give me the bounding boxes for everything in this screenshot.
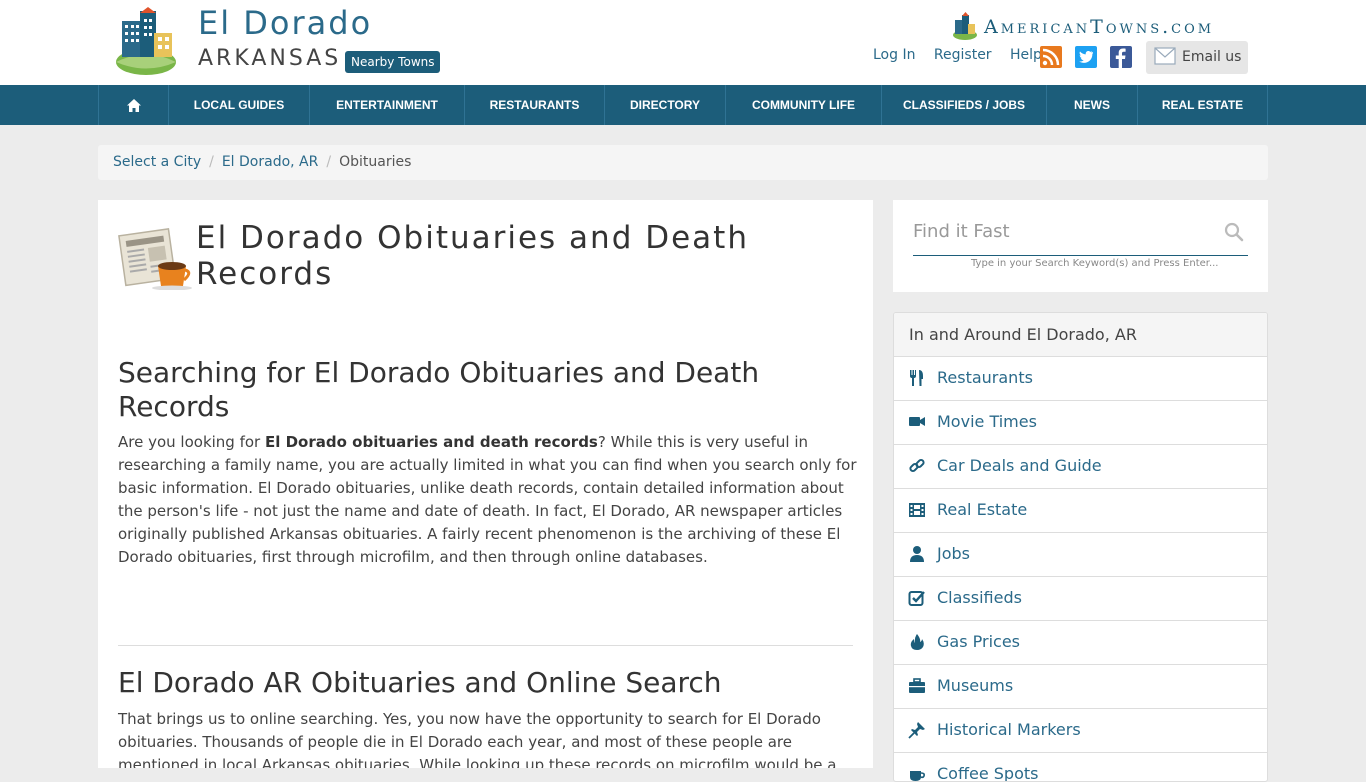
envelope-icon xyxy=(1154,47,1176,65)
rss-icon[interactable] xyxy=(1040,46,1062,68)
home-icon xyxy=(126,98,141,112)
site-header: El Dorado ARKANSAS Nearby Towns American… xyxy=(0,0,1366,85)
breadcrumb-separator: / xyxy=(326,154,332,170)
nav-classifieds-jobs[interactable]: CLASSIFIEDS / JOBS xyxy=(881,85,1046,125)
state-name: ARKANSAS xyxy=(198,46,342,71)
facebook-icon[interactable] xyxy=(1110,46,1132,68)
help-link[interactable]: Help xyxy=(1010,47,1042,63)
section-paragraph-searching: Are you looking for El Dorado obituaries… xyxy=(118,431,858,569)
section-heading-searching: Searching for El Dorado Obituaries and D… xyxy=(118,356,760,423)
sidebar-item-label: Classifieds xyxy=(937,588,1022,607)
sidebar-item-movie-times[interactable]: Movie Times xyxy=(894,401,1267,445)
nav-news[interactable]: NEWS xyxy=(1046,85,1137,125)
sidebar-item-classifieds[interactable]: Classifieds xyxy=(894,577,1267,621)
email-us-button[interactable]: Email us xyxy=(1146,41,1248,74)
sidebar-item-label: Real Estate xyxy=(937,500,1028,519)
paragraph-bold: El Dorado obituaries and death records xyxy=(265,433,598,451)
sidebar-item-label: Car Deals and Guide xyxy=(937,456,1102,475)
sidebar-item-museums[interactable]: Museums xyxy=(894,665,1267,709)
nav-community-life[interactable]: COMMUNITY LIFE xyxy=(725,85,881,125)
sidebar-item-historical-markers[interactable]: Historical Markers xyxy=(894,709,1267,753)
briefcase-icon xyxy=(909,678,925,693)
register-link[interactable]: Register xyxy=(934,47,992,63)
panel-heading: In and Around El Dorado, AR xyxy=(894,313,1267,357)
link-icon xyxy=(909,458,925,473)
paragraph-intro: Are you looking for xyxy=(118,433,265,451)
nav-directory[interactable]: DIRECTORY xyxy=(604,85,725,125)
video-camera-icon xyxy=(909,417,925,426)
in-and-around-panel: In and Around El Dorado, AR Restaurants … xyxy=(893,312,1268,782)
breadcrumb-select-city[interactable]: Select a City xyxy=(113,154,201,170)
city-logo-icon[interactable] xyxy=(114,7,178,75)
sidebar-item-restaurants[interactable]: Restaurants xyxy=(894,357,1267,401)
search-placeholder: Find it Fast xyxy=(913,221,1010,242)
sidebar-item-real-estate[interactable]: Real Estate xyxy=(894,489,1267,533)
nearby-towns-button[interactable]: Nearby Towns xyxy=(345,51,441,73)
sidebar-item-car-deals[interactable]: Car Deals and Guide xyxy=(894,445,1267,489)
nav-restaurants[interactable]: RESTAURANTS xyxy=(464,85,604,125)
page-title: El Dorado Obituaries and Death Records xyxy=(196,220,749,292)
sidebar-item-label: Museums xyxy=(937,676,1014,695)
search-input[interactable]: Find it Fast xyxy=(913,218,1248,256)
cutlery-icon xyxy=(910,370,923,386)
account-links: Log In Register Help xyxy=(873,47,1056,63)
sidebar-item-label: Restaurants xyxy=(937,368,1033,387)
section-divider xyxy=(118,645,853,646)
sidebar-item-label: Movie Times xyxy=(937,412,1037,431)
check-square-icon xyxy=(908,591,925,606)
americantowns-logo-icon xyxy=(953,12,977,40)
pushpin-icon xyxy=(908,722,925,739)
breadcrumb-separator: / xyxy=(209,154,214,170)
city-name[interactable]: El Dorado xyxy=(198,4,372,42)
section-heading-online-search: El Dorado AR Obituaries and Online Searc… xyxy=(118,666,722,699)
search-hint: Type in your Search Keyword(s) and Press… xyxy=(971,258,1219,269)
newspaper-coffee-icon xyxy=(118,228,192,290)
email-us-label: Email us xyxy=(1182,49,1242,65)
paragraph-body: ? While this is very useful in researchi… xyxy=(118,433,857,566)
breadcrumb-city[interactable]: El Dorado, AR xyxy=(222,154,319,170)
main-nav: LOCAL GUIDES ENTERTAINMENT RESTAURANTS D… xyxy=(0,85,1366,125)
americantowns-brand[interactable]: AmericanTowns.com xyxy=(952,12,1257,42)
twitter-icon[interactable] xyxy=(1075,46,1097,68)
section-paragraph-online-search: That brings us to online searching. Yes,… xyxy=(118,710,837,768)
film-icon xyxy=(909,503,925,517)
sidebar-item-label: Gas Prices xyxy=(937,632,1020,651)
login-link[interactable]: Log In xyxy=(873,47,915,63)
breadcrumb-current: Obituaries xyxy=(339,154,412,170)
sidebar-item-gas-prices[interactable]: Gas Prices xyxy=(894,621,1267,665)
nav-home[interactable] xyxy=(98,85,168,125)
sidebar-item-label: Historical Markers xyxy=(937,720,1081,739)
main-content: El Dorado Obituaries and Death Records S… xyxy=(98,200,873,768)
find-it-fast-box: Find it Fast Type in your Search Keyword… xyxy=(893,200,1268,292)
sidebar-item-label: Jobs xyxy=(937,544,970,563)
search-icon[interactable] xyxy=(1224,222,1244,242)
sidebar-item-label: Coffee Spots xyxy=(937,764,1039,782)
nav-local-guides[interactable]: LOCAL GUIDES xyxy=(168,85,309,125)
nav-real-estate[interactable]: REAL ESTATE xyxy=(1137,85,1268,125)
sidebar-item-jobs[interactable]: Jobs xyxy=(894,533,1267,577)
breadcrumb: Select a City / El Dorado, AR / Obituaries xyxy=(98,145,1268,180)
nav-entertainment[interactable]: ENTERTAINMENT xyxy=(309,85,464,125)
fire-icon xyxy=(910,634,924,650)
user-icon xyxy=(910,546,924,562)
brand-name: AmericanTowns.com xyxy=(984,16,1215,38)
